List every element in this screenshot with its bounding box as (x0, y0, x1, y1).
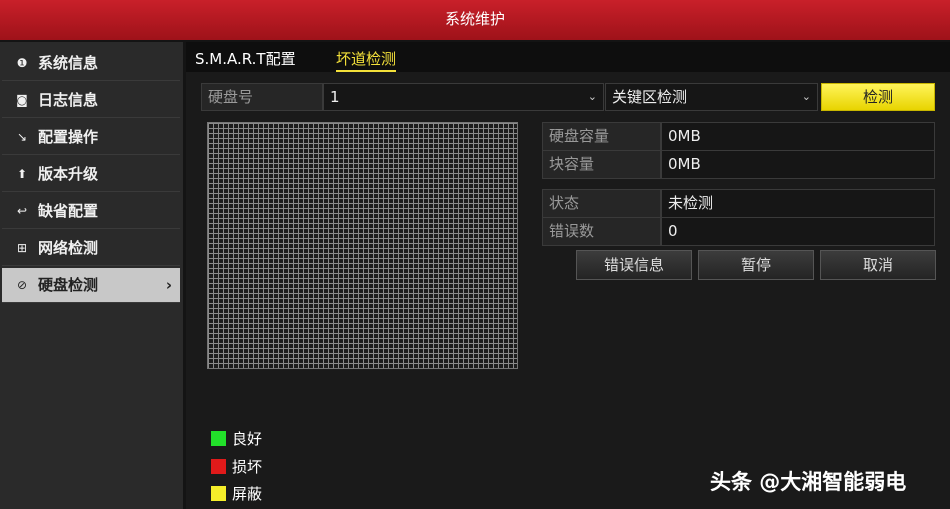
check-button[interactable]: 检测 (821, 83, 935, 111)
sidebar-item-config-operation[interactable]: ↘ 配置操作 (2, 120, 180, 155)
disk-capacity-label: 硬盘容量 (542, 122, 661, 151)
chevron-right-icon: › (165, 276, 172, 294)
sidebar-item-default-config[interactable]: ↩ 缺省配置 (2, 194, 180, 229)
legend-good: 良好 (211, 428, 262, 449)
sidebar-item-label: 配置操作 (38, 128, 99, 146)
status-value: 未检测 (661, 189, 935, 218)
disk-capacity-value: 0MB (661, 122, 935, 151)
disk-number-value: 1 (330, 88, 340, 106)
status-label: 状态 (542, 189, 661, 218)
main-panel: S.M.A.R.T配置 坏道检测 硬盘号 1 ⌄ 关键区检测 ⌄ 检测 硬盘容量… (186, 42, 950, 509)
info-circle-icon: ❶ (16, 56, 28, 70)
sidebar-item-upgrade[interactable]: ⬆ 版本升级 (2, 157, 180, 192)
network-icon: ⊞ (16, 241, 28, 255)
sidebar-item-label: 网络检测 (38, 239, 99, 257)
legend-damaged: 损坏 (211, 456, 262, 477)
log-icon: ◙ (16, 93, 28, 107)
sidebar-item-network-check[interactable]: ⊞ 网络检测 (2, 231, 180, 266)
upgrade-arrow-icon: ⬆ (16, 167, 28, 181)
legend-label: 屏蔽 (232, 485, 263, 503)
sector-map-grid (207, 122, 518, 369)
tab-bad-sector-check[interactable]: 坏道检测 (336, 48, 397, 72)
sidebar-item-label: 硬盘检测 (38, 276, 99, 294)
legend-label: 良好 (232, 430, 263, 448)
config-icon: ↘ (16, 130, 28, 144)
cancel-button[interactable]: 取消 (820, 250, 936, 280)
legend-swatch-good (211, 431, 226, 446)
legend-label: 损坏 (232, 458, 263, 476)
check-mode-value: 关键区检测 (612, 88, 688, 106)
chevron-down-icon: ⌄ (587, 90, 597, 103)
reset-icon: ↩ (16, 204, 28, 218)
sidebar-item-label: 缺省配置 (38, 202, 99, 220)
block-capacity-value: 0MB (661, 150, 935, 179)
error-info-button[interactable]: 错误信息 (576, 250, 692, 280)
sidebar-item-disk-check[interactable]: ⊘ 硬盘检测 › (2, 268, 180, 303)
watermark-text: 头条 @大湘智能弱电 (710, 470, 907, 494)
check-mode-select[interactable]: 关键区检测 ⌄ (605, 83, 818, 111)
disk-number-select[interactable]: 1 ⌄ (323, 83, 604, 111)
block-capacity-label: 块容量 (542, 150, 661, 179)
tab-bar: S.M.A.R.T配置 坏道检测 (186, 42, 950, 72)
chevron-down-icon: ⌄ (801, 90, 811, 103)
disk-number-label: 硬盘号 (201, 83, 323, 111)
legend-shielded: 屏蔽 (211, 483, 262, 504)
legend-swatch-damaged (211, 459, 226, 474)
sidebar: ❶ 系统信息 ◙ 日志信息 ↘ 配置操作 ⬆ 版本升级 ↩ 缺省配置 ⊞ 网络检… (0, 42, 183, 509)
sidebar-item-system-info[interactable]: ❶ 系统信息 (2, 46, 180, 81)
error-count-label: 错误数 (542, 217, 661, 246)
window-title: 系统维护 (0, 0, 950, 40)
tab-smart-config[interactable]: S.M.A.R.T配置 (195, 48, 296, 69)
disk-check-icon: ⊘ (16, 278, 28, 292)
sidebar-item-label: 系统信息 (38, 54, 99, 72)
pause-button[interactable]: 暂停 (698, 250, 814, 280)
sidebar-item-label: 版本升级 (38, 165, 99, 183)
sidebar-item-log-info[interactable]: ◙ 日志信息 (2, 83, 180, 118)
legend-swatch-shielded (211, 486, 226, 501)
error-count-value: 0 (661, 217, 935, 246)
sidebar-item-label: 日志信息 (38, 91, 99, 109)
